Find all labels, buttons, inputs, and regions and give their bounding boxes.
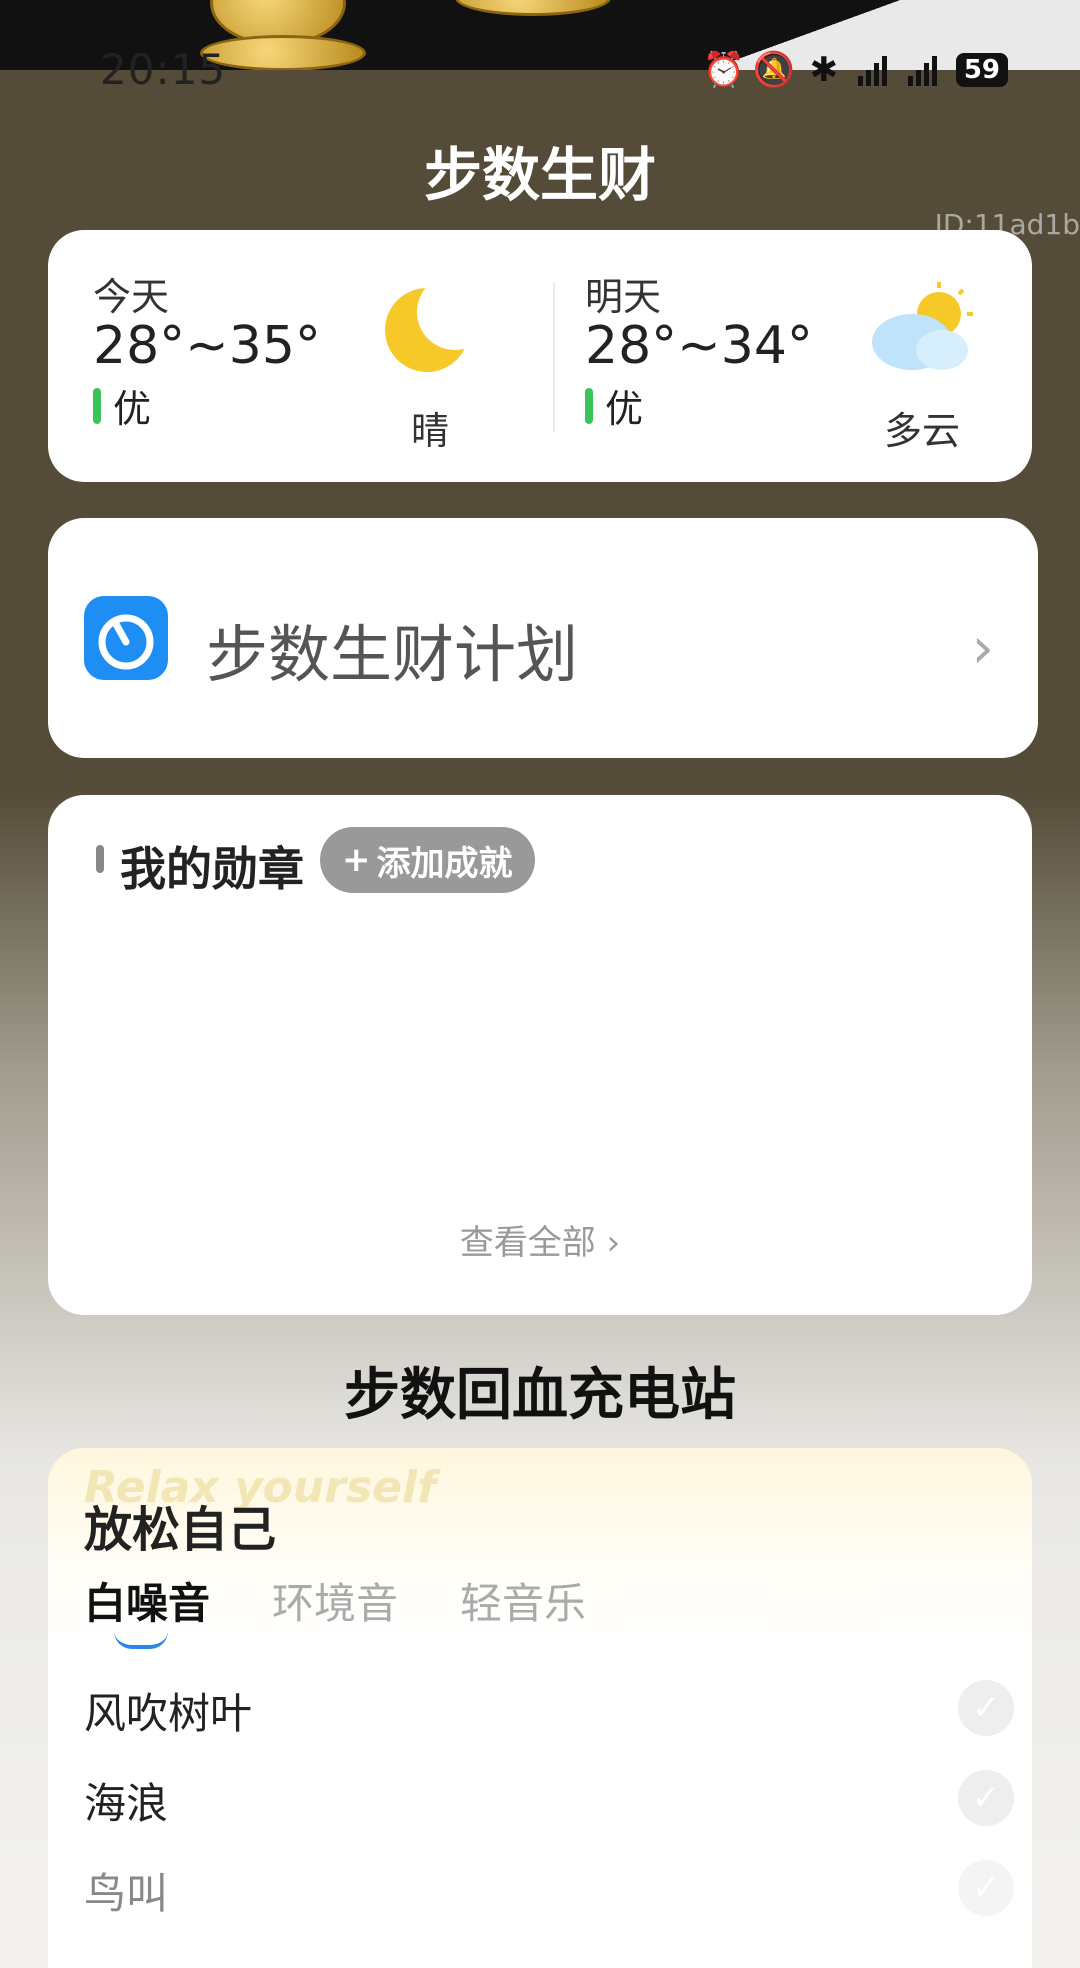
view-all-label: 查看全部 (459, 1223, 596, 1263)
charging-station-title: 步数回血充电站 (344, 1363, 736, 1428)
add-achievement-label: 添加成就 (376, 843, 513, 884)
battery-indicator: 59 (955, 53, 1008, 87)
tab-ambient[interactable]: 环境音 (272, 1570, 398, 1631)
add-achievement-button[interactable]: + 添加成就 (320, 827, 535, 893)
status-icons: ⏰ 🔕 ✱ 59 (702, 50, 1008, 90)
page-title: 步数生财 (423, 141, 656, 209)
weather-day-label: 明天 (585, 275, 662, 319)
section-marker (96, 845, 104, 873)
tab-white-noise[interactable]: 白噪音 (84, 1570, 210, 1649)
check-icon[interactable]: ✓ (958, 1680, 1014, 1736)
air-quality-indicator (585, 387, 593, 424)
check-icon[interactable]: ✓ (958, 1860, 1014, 1916)
weather-temp: 28°~35° (93, 316, 321, 376)
plan-label: 步数生财计划 (206, 618, 579, 691)
weather-temp: 28°~34° (585, 316, 813, 376)
relax-card: Relax yourself 放松自己 白噪音 环境音 轻音乐 风吹树叶 ✓ 海… (48, 1448, 1032, 1968)
signal-5g-icon-2 (906, 52, 942, 88)
sound-item[interactable]: 鸟叫 ✓ (84, 1860, 1014, 1940)
weather-today: 今天 28°~35° 优 晴 (48, 230, 540, 482)
air-quality: 优 (585, 378, 643, 433)
medals-card: 我的勋章 + 添加成就 查看全部 › (48, 795, 1032, 1315)
weather-condition: 晴 (410, 409, 449, 453)
status-time: 20:15 (100, 45, 227, 94)
sound-item[interactable]: 风吹树叶 ✓ (84, 1680, 1014, 1760)
weather-day-label: 今天 (93, 275, 170, 319)
alarm-icon: ⏰ (702, 50, 745, 90)
plus-icon: + (342, 840, 371, 880)
chevron-right-icon: › (971, 616, 994, 681)
step-plan-card[interactable]: 步数生财计划 › (48, 518, 1038, 758)
air-quality-indicator (93, 387, 101, 424)
tab-light-music[interactable]: 轻音乐 (460, 1570, 586, 1631)
medals-title: 我的勋章 (120, 842, 304, 896)
view-all-link[interactable]: 查看全部 › (48, 1215, 1032, 1264)
partly-cloudy-icon (867, 280, 977, 380)
sound-item-label: 鸟叫 (84, 1869, 169, 1918)
chevron-right-icon: › (606, 1223, 621, 1263)
moon-icon (375, 274, 493, 380)
weather-card[interactable]: 今天 28°~35° 优 晴 明天 28°~34° 优 多云 (48, 230, 1032, 482)
sound-item-label: 海浪 (84, 1779, 169, 1828)
signal-5g-icon (856, 52, 892, 88)
air-quality-label: 优 (113, 387, 152, 431)
bluetooth-icon: ✱ (809, 50, 839, 90)
air-quality-label: 优 (605, 387, 644, 431)
mute-icon: 🔕 (752, 50, 795, 90)
weather-tomorrow: 明天 28°~34° 优 多云 (540, 230, 1032, 482)
sound-item[interactable]: 海浪 ✓ (84, 1770, 1014, 1850)
stopwatch-icon (84, 596, 168, 680)
relax-title: 放松自己 (84, 1502, 277, 1558)
check-icon[interactable]: ✓ (958, 1770, 1014, 1826)
air-quality: 优 (93, 378, 151, 433)
sound-tabs: 白噪音 环境音 轻音乐 (84, 1570, 586, 1649)
weather-condition: 多云 (883, 409, 960, 453)
sound-item-label: 风吹树叶 (84, 1689, 253, 1738)
